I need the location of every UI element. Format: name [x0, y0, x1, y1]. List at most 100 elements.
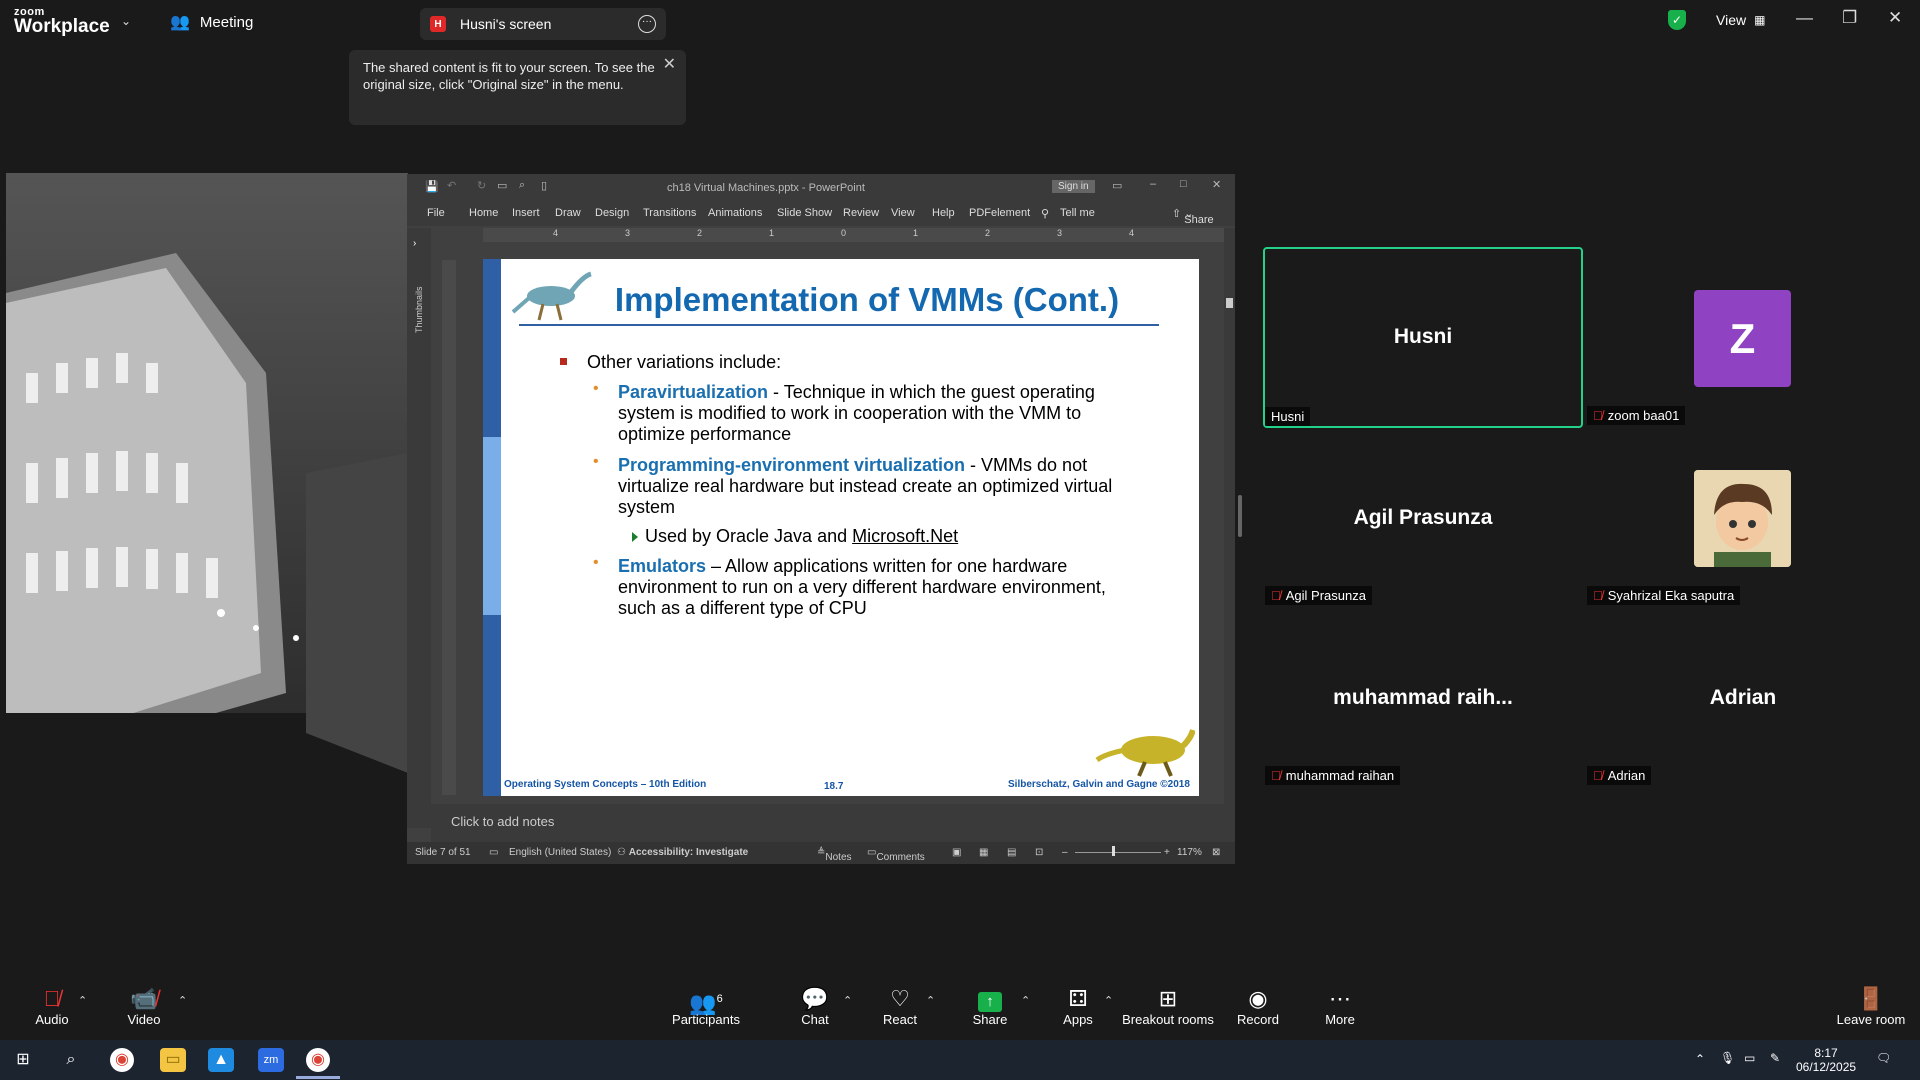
security-shield-icon[interactable]: ✓: [1668, 10, 1686, 30]
slideshow-icon[interactable]: ⊡: [1035, 847, 1043, 858]
comments-label: Comments: [876, 852, 925, 863]
zoom-in-icon[interactable]: +: [1164, 847, 1170, 858]
minimize-icon[interactable]: —: [1796, 8, 1813, 28]
slide-counter: Slide 7 of 51: [415, 847, 471, 858]
pen-icon[interactable]: ✎: [1770, 1051, 1780, 1065]
spellcheck-icon[interactable]: ▭: [489, 847, 498, 858]
tab-review[interactable]: Review: [843, 207, 879, 219]
share-button[interactable]: ↑ Share: [950, 986, 1030, 1027]
thumbnails-pane[interactable]: › Thumbnails: [407, 228, 431, 828]
chrome-icon[interactable]: ◉: [306, 1048, 330, 1072]
zoom-taskbar-icon[interactable]: zm: [258, 1048, 284, 1072]
notes-area[interactable]: Click to add notes: [431, 804, 1235, 842]
tab-draw[interactable]: Draw: [555, 207, 581, 219]
comments-button[interactable]: ▭ Comments: [867, 847, 925, 863]
microphone-icon[interactable]: 🎙: [1720, 1051, 1735, 1065]
audio-options-caret-icon[interactable]: ⌃: [78, 994, 87, 1007]
language-indicator[interactable]: English (United States): [509, 847, 611, 858]
expand-chevron-icon[interactable]: ›: [413, 238, 416, 249]
sharer-badge: H: [430, 16, 446, 32]
search-icon[interactable]: ⌕: [58, 1048, 84, 1072]
tell-me-search[interactable]: Tell me: [1060, 207, 1095, 219]
undo-icon[interactable]: ↶: [447, 179, 456, 192]
video-tile-husni[interactable]: Husni Husni: [1263, 247, 1583, 428]
grid-view-icon[interactable]: ▦: [1754, 13, 1765, 27]
chevron-down-icon[interactable]: ⌄: [121, 14, 131, 28]
present-icon[interactable]: ▭: [497, 179, 507, 192]
file-explorer-icon[interactable]: ▭: [160, 1048, 186, 1072]
new-slide-icon[interactable]: ▯: [541, 179, 547, 192]
ppt-status-bar: Slide 7 of 51 ▭ English (United States) …: [407, 842, 1235, 864]
close-icon[interactable]: ✕: [1212, 178, 1221, 191]
tab-slide-show[interactable]: Slide Show: [777, 207, 832, 219]
leave-icon: 🚪: [1857, 986, 1885, 1011]
more-button[interactable]: ⋯ More: [1300, 986, 1380, 1027]
tab-animations[interactable]: Animations: [708, 207, 762, 219]
scroll-thumb[interactable]: [1226, 298, 1233, 308]
zoom-out-icon[interactable]: –: [1062, 847, 1068, 858]
ruler-tick: 1: [913, 228, 919, 238]
restore-icon[interactable]: ❐: [1842, 8, 1857, 28]
tab-design[interactable]: Design: [595, 207, 629, 219]
apps-options-caret-icon[interactable]: ⌃: [1104, 994, 1113, 1007]
preview-icon[interactable]: ⌕: [519, 179, 525, 192]
tab-home[interactable]: Home: [469, 207, 498, 219]
slide-scrollbar[interactable]: [1224, 228, 1235, 804]
zoom-slider-thumb[interactable]: [1112, 846, 1115, 856]
resize-handle[interactable]: [1238, 495, 1242, 537]
video-button[interactable]: 📹̸ Video: [104, 986, 184, 1027]
leave-room-button[interactable]: 🚪 Leave room: [1826, 986, 1916, 1027]
participant-name: Adrian: [1607, 768, 1646, 783]
accessibility-status[interactable]: ⚇ Accessibility: Investigate: [617, 847, 748, 858]
ruler-tick: 4: [1129, 228, 1135, 238]
close-icon[interactable]: ✕: [1888, 8, 1902, 28]
video-label: Video: [127, 1012, 161, 1027]
clock-date: 06/12/2025: [1796, 1060, 1857, 1074]
tab-insert[interactable]: Insert: [512, 207, 540, 219]
view-button[interactable]: View: [1716, 12, 1746, 28]
breakout-rooms-button[interactable]: ⊞ Breakout rooms: [1118, 986, 1218, 1027]
tab-transitions[interactable]: Transitions: [643, 207, 696, 219]
more-options-icon[interactable]: ···: [638, 15, 656, 33]
normal-view-icon[interactable]: ▣: [952, 847, 961, 858]
minimize-icon[interactable]: –: [1150, 178, 1156, 190]
subitem-link[interactable]: Microsoft.Net: [852, 526, 958, 546]
save-icon[interactable]: 💾: [425, 180, 439, 193]
share-screen-tab[interactable]: H Husni's screen ···: [420, 8, 666, 40]
tab-pdfelement[interactable]: PDFelement: [969, 207, 1030, 219]
redo-icon[interactable]: ↻: [477, 179, 486, 192]
maximize-icon[interactable]: □: [1180, 178, 1187, 190]
react-options-caret-icon[interactable]: ⌃: [926, 994, 935, 1007]
sign-in-button[interactable]: Sign in: [1052, 180, 1095, 193]
close-icon[interactable]: ✕: [663, 56, 676, 73]
participants-button[interactable]: 👥6 Participants: [666, 986, 746, 1027]
share-button[interactable]: ⇧ Share ⌄: [1172, 207, 1214, 226]
app-icon[interactable]: ▲: [208, 1048, 234, 1072]
zoom-slider[interactable]: [1075, 852, 1161, 853]
chat-options-caret-icon[interactable]: ⌃: [843, 994, 852, 1007]
show-hidden-icons-icon[interactable]: ⌃: [1695, 1052, 1705, 1066]
windows-start-icon[interactable]: ⊞: [10, 1048, 36, 1072]
tab-help[interactable]: Help: [932, 207, 955, 219]
notes-button[interactable]: ≜ Notes: [817, 847, 852, 863]
clock[interactable]: 8:17 06/12/2025: [1796, 1046, 1856, 1074]
notifications-icon[interactable]: 🗨: [1876, 1051, 1891, 1065]
breakout-rooms-icon: ⊞: [1158, 986, 1178, 1011]
share-options-caret-icon[interactable]: ⌃: [1021, 994, 1030, 1007]
video-options-caret-icon[interactable]: ⌃: [178, 994, 187, 1007]
chrome-icon[interactable]: ◉: [110, 1048, 134, 1072]
slide-footer-left: Operating System Concepts – 10th Edition: [504, 779, 707, 790]
record-button[interactable]: ◉ Record: [1218, 986, 1298, 1027]
reading-view-icon[interactable]: ▤: [1007, 847, 1016, 858]
ribbon-options-icon[interactable]: ▭: [1112, 179, 1122, 192]
slide-item-emulators: Emulators – Allow applications written f…: [618, 556, 1148, 619]
meeting-tab[interactable]: 👥 Meeting: [170, 12, 253, 32]
mic-muted-icon: 🎙̸: [1593, 588, 1603, 603]
zoom-level[interactable]: 117%: [1177, 847, 1202, 858]
city-night-image: [6, 173, 408, 865]
fit-slide-icon[interactable]: ⊠: [1212, 847, 1220, 858]
tab-file[interactable]: File: [427, 207, 445, 219]
tab-view[interactable]: View: [891, 207, 915, 219]
network-icon[interactable]: ▭: [1744, 1051, 1755, 1065]
slide-sorter-icon[interactable]: ▦: [979, 847, 988, 858]
